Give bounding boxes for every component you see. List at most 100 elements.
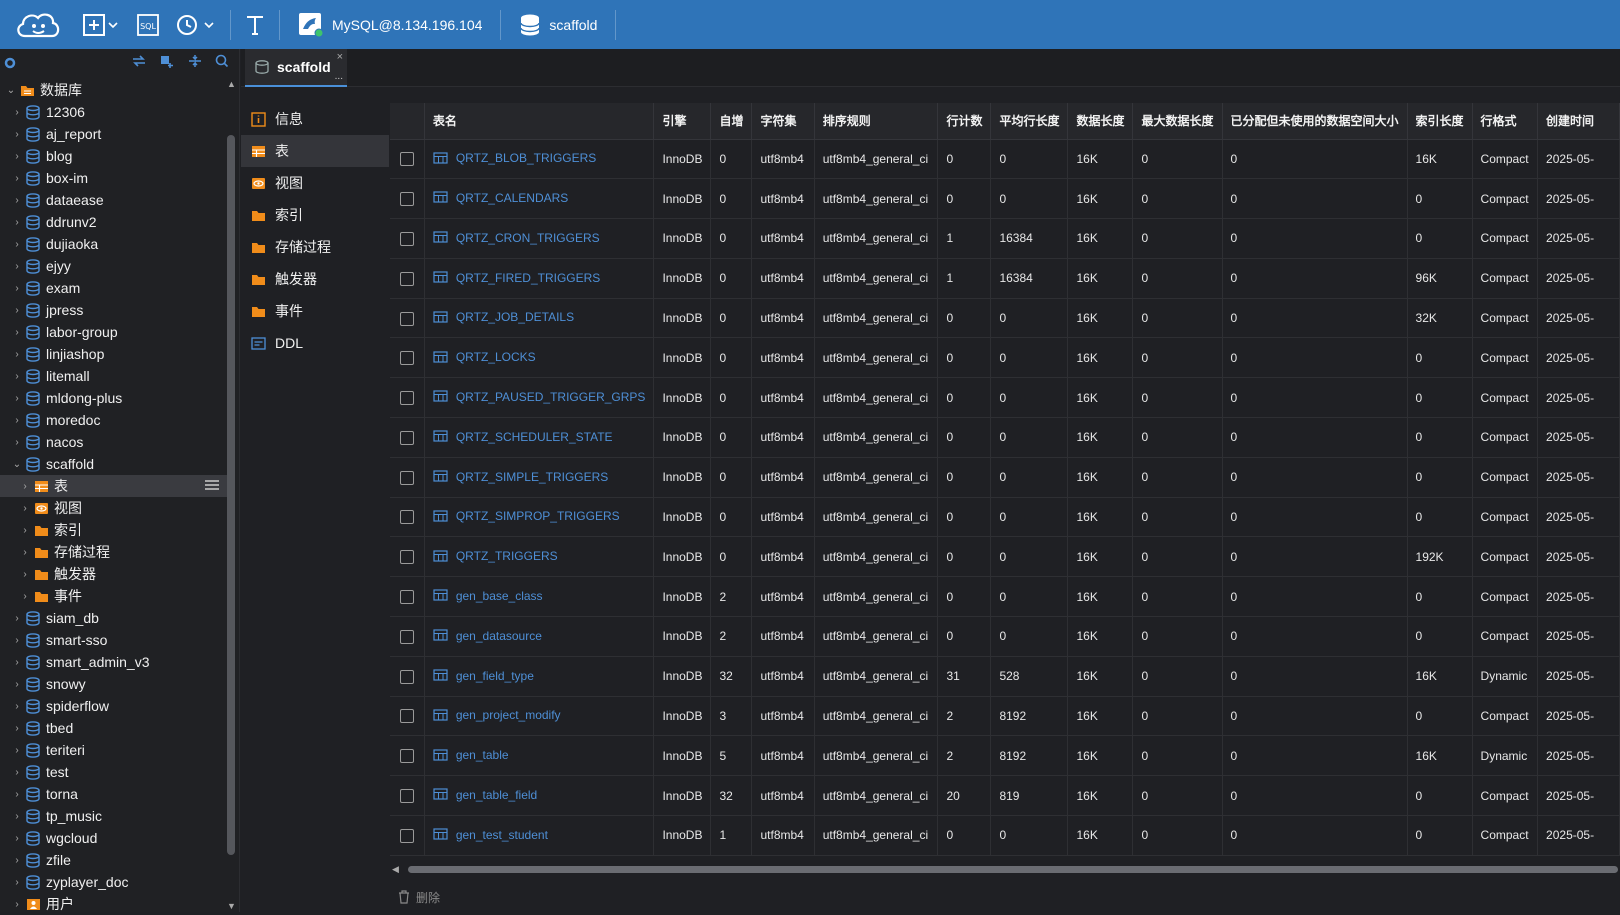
row-checkbox[interactable]	[399, 669, 414, 684]
table-row[interactable]: gen_datasource InnoDB 2 utf8mb4 utf8mb4_gene…	[390, 616, 1620, 657]
app-logo-icon[interactable]	[0, 0, 76, 49]
table-name-cell[interactable]: QRTZ_LOCKS	[424, 337, 655, 379]
collapse-all-icon[interactable]	[187, 54, 203, 71]
tree-db-exam[interactable]: › exam	[0, 277, 228, 299]
objtype-item[interactable]: 存储过程	[241, 231, 389, 263]
chevron-right-icon[interactable]: ›	[18, 591, 32, 602]
objtype-item[interactable]: 表	[241, 135, 389, 167]
chevron-right-icon[interactable]: ›	[10, 789, 24, 800]
sql-editor-icon[interactable]: SQL	[126, 0, 170, 49]
row-checkbox[interactable]	[399, 231, 414, 246]
chevron-right-icon[interactable]: ›	[10, 151, 24, 162]
column-header[interactable]: 已分配但未使用的数据空间大小	[1222, 103, 1408, 140]
chevron-right-icon[interactable]: ›	[10, 613, 24, 624]
tree-db-zyplayer_doc[interactable]: › zyplayer_doc	[0, 871, 228, 893]
table-row[interactable]: gen_table InnoDB 5 utf8mb4 utf8mb4_general_c…	[390, 735, 1620, 777]
objtype-item[interactable]: 触发器	[241, 263, 389, 295]
table-row[interactable]: QRTZ_SCHEDULER_STATE InnoDB 0 utf8mb4 utf8mb…	[390, 417, 1620, 458]
tree-db-linjiashop[interactable]: › linjiashop	[0, 343, 228, 365]
chevron-right-icon[interactable]: ›	[10, 657, 24, 668]
chevron-right-icon[interactable]: ›	[10, 415, 24, 426]
objtype-item[interactable]: 事件	[241, 295, 389, 327]
text-format-icon[interactable]	[237, 0, 273, 49]
table-row[interactable]: QRTZ_BLOB_TRIGGERS InnoDB 0 utf8mb4 utf8mb4_…	[390, 139, 1620, 180]
chevron-right-icon[interactable]: ›	[10, 899, 24, 910]
row-checkbox[interactable]	[399, 828, 414, 843]
tree-scaffold-child-4[interactable]: › 触发器	[0, 563, 228, 585]
tree-db-smart-sso[interactable]: › smart-sso	[0, 629, 228, 651]
chevron-right-icon[interactable]: ›	[10, 701, 24, 712]
table-name-cell[interactable]: QRTZ_FIRED_TRIGGERS	[424, 258, 655, 299]
chevron-right-icon[interactable]: ›	[10, 261, 24, 272]
row-checkbox[interactable]	[399, 430, 414, 445]
chevron-right-icon[interactable]: ›	[10, 371, 24, 382]
table-row[interactable]: gen_test_student InnoDB 1 utf8mb4 utf8mb4_ge…	[390, 815, 1620, 856]
chevron-right-icon[interactable]: ›	[10, 217, 24, 228]
table-row[interactable]: gen_base_class InnoDB 2 utf8mb4 utf8mb4_gene…	[390, 576, 1620, 618]
row-checkbox[interactable]	[399, 789, 414, 804]
tree-db-tp_music[interactable]: › tp_music	[0, 805, 228, 827]
table-name-cell[interactable]: gen_table_field	[424, 775, 655, 817]
chevron-down-icon[interactable]: ⌄	[4, 85, 18, 96]
settings-icon[interactable]	[4, 57, 16, 72]
table-name-cell[interactable]: QRTZ_SCHEDULER_STATE	[424, 417, 655, 458]
tree-db-aj_report[interactable]: › aj_report	[0, 123, 228, 145]
column-header[interactable]: 平均行长度	[990, 103, 1069, 140]
table-row[interactable]: gen_field_type InnoDB 32 utf8mb4 utf8mb4_gen…	[390, 656, 1620, 697]
chevron-right-icon[interactable]: ›	[18, 547, 32, 558]
chevron-right-icon[interactable]: ›	[18, 525, 32, 536]
tree-db-scaffold[interactable]: ⌄ scaffold	[0, 453, 228, 475]
close-tab-icon[interactable]: ×	[337, 51, 343, 63]
scroll-up-icon[interactable]: ▲	[227, 79, 236, 89]
table-name-cell[interactable]: gen_test_student	[424, 815, 655, 856]
column-header[interactable]: 数据长度	[1067, 103, 1134, 140]
chevron-right-icon[interactable]: ›	[10, 833, 24, 844]
tree-scrollbar[interactable]: ▲ ▼	[227, 79, 236, 911]
column-header[interactable]: 表名	[424, 103, 655, 140]
row-checkbox[interactable]	[399, 470, 414, 485]
tree-db-12306[interactable]: › 12306	[0, 101, 228, 123]
chevron-right-icon[interactable]: ›	[10, 877, 24, 888]
column-header[interactable]: 引擎	[653, 103, 712, 140]
table-name-cell[interactable]: gen_datasource	[424, 616, 655, 657]
new-connection-icon[interactable]	[159, 54, 175, 71]
column-header[interactable]: 最大数据长度	[1132, 103, 1223, 140]
tree-db-dujiaoka[interactable]: › dujiaoka	[0, 233, 228, 255]
chevron-right-icon[interactable]: ›	[10, 855, 24, 866]
table-row[interactable]: QRTZ_JOB_DETAILS InnoDB 0 utf8mb4 utf8mb4_ge…	[390, 298, 1620, 339]
tree-db-tbed[interactable]: › tbed	[0, 717, 228, 739]
chevron-right-icon[interactable]: ›	[10, 679, 24, 690]
table-row[interactable]: QRTZ_FIRED_TRIGGERS InnoDB 0 utf8mb4 utf8mb4…	[390, 258, 1620, 299]
tree-db-test[interactable]: › test	[0, 761, 228, 783]
table-name-cell[interactable]: QRTZ_CRON_TRIGGERS	[424, 218, 655, 259]
chevron-right-icon[interactable]: ›	[10, 811, 24, 822]
delete-button[interactable]: 删除	[398, 889, 440, 906]
objtype-item[interactable]: 视图	[241, 167, 389, 199]
tree-root-databases[interactable]: ⌄ 数据库	[0, 79, 228, 101]
table-row[interactable]: QRTZ_CRON_TRIGGERS InnoDB 0 utf8mb4 utf8mb4_…	[390, 218, 1620, 259]
objtype-item[interactable]: 信息	[241, 103, 389, 135]
tree-db-spiderflow[interactable]: › spiderflow	[0, 695, 228, 717]
chevron-right-icon[interactable]: ›	[10, 393, 24, 404]
scroll-down-icon[interactable]: ▼	[227, 901, 236, 911]
chevron-right-icon[interactable]: ›	[10, 173, 24, 184]
chevron-right-icon[interactable]: ›	[18, 481, 32, 492]
table-row[interactable]: QRTZ_TRIGGERS InnoDB 0 utf8mb4 utf8mb4_gener…	[390, 536, 1620, 578]
new-query-icon[interactable]	[76, 0, 126, 49]
table-name-cell[interactable]: QRTZ_PAUSED_TRIGGER_GRPS	[424, 377, 655, 419]
table-row[interactable]: QRTZ_PAUSED_TRIGGER_GRPS InnoDB 0 utf8mb4 ut…	[390, 377, 1620, 419]
tree-db-nacos[interactable]: › nacos	[0, 431, 228, 453]
column-header[interactable]: 行计数	[937, 103, 992, 140]
tree-db-box-im[interactable]: › box-im	[0, 167, 228, 189]
row-checkbox[interactable]	[399, 590, 414, 605]
table-row[interactable]: QRTZ_LOCKS InnoDB 0 utf8mb4 utf8mb4_general_…	[390, 337, 1620, 379]
tree-scaffold-child-0[interactable]: › 表	[0, 475, 228, 497]
row-checkbox[interactable]	[399, 550, 414, 565]
row-checkbox[interactable]	[399, 709, 414, 724]
chevron-right-icon[interactable]: ›	[10, 327, 24, 338]
chevron-right-icon[interactable]: ›	[10, 239, 24, 250]
chevron-right-icon[interactable]: ›	[10, 283, 24, 294]
row-checkbox[interactable]	[399, 351, 414, 366]
chevron-right-icon[interactable]: ›	[10, 305, 24, 316]
tree-db-litemall[interactable]: › litemall	[0, 365, 228, 387]
